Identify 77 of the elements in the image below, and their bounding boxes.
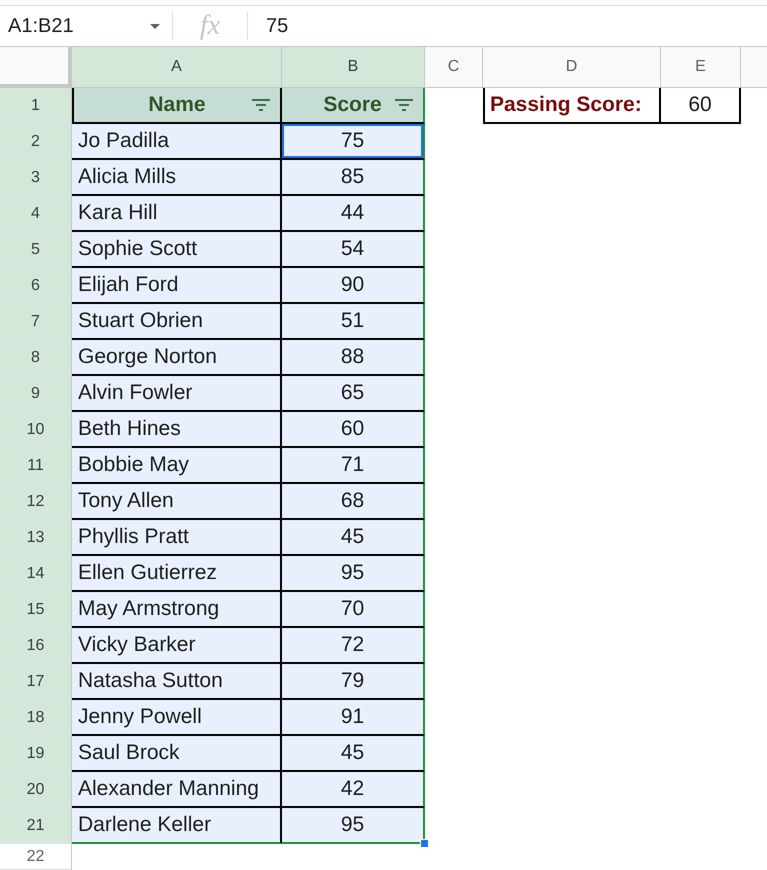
column-header[interactable]: D <box>483 47 661 88</box>
table-cell: 54 <box>282 232 425 268</box>
row-header[interactable]: 1 <box>0 88 72 124</box>
row-header[interactable]: 4 <box>0 196 72 232</box>
row-header[interactable]: 2 <box>0 124 72 160</box>
row-header[interactable]: 7 <box>0 304 72 340</box>
table-cell: May Armstrong <box>72 592 282 628</box>
table-cell: Alvin Fowler <box>72 376 282 412</box>
row-header[interactable]: 15 <box>0 592 72 628</box>
table-cell: Jenny Powell <box>72 700 282 736</box>
table-cell: Sophie Scott <box>72 232 282 268</box>
table-cell: George Norton <box>72 340 282 376</box>
table-cell: 65 <box>282 376 425 412</box>
row-header[interactable]: 21 <box>0 808 72 844</box>
row-header[interactable]: 16 <box>0 628 72 664</box>
fill-handle[interactable] <box>420 839 429 848</box>
table-cell: 71 <box>282 448 425 484</box>
column-title: Score <box>322 92 383 118</box>
column-header[interactable]: A <box>72 47 282 88</box>
row-header[interactable]: 20 <box>0 772 72 808</box>
table-cell: 72 <box>282 628 425 664</box>
table-cell: Natasha Sutton <box>72 664 282 700</box>
table-cell: Vicky Barker <box>72 628 282 664</box>
table-cell: Alicia Mills <box>72 160 282 196</box>
table-cell: 68 <box>282 484 425 520</box>
table-cell: Jo Padilla <box>72 124 282 160</box>
table-cell: 91 <box>282 700 425 736</box>
table-cell: Stuart Obrien <box>72 304 282 340</box>
table-cell: Kara Hill <box>72 196 282 232</box>
table-cell: 60 <box>282 412 425 448</box>
passing-score-label: Passing Score: <box>483 88 661 124</box>
row-header[interactable]: 10 <box>0 412 72 448</box>
table-cell: 45 <box>282 520 425 556</box>
passing-score-value: 60 <box>661 88 741 124</box>
row-header[interactable]: 9 <box>0 376 72 412</box>
column-header[interactable]: B <box>282 47 425 88</box>
filter-icon[interactable] <box>395 99 413 111</box>
row-header[interactable]: 22 <box>0 844 72 870</box>
table-cell: 88 <box>282 340 425 376</box>
table-cell: Beth Hines <box>72 412 282 448</box>
row-header[interactable]: 5 <box>0 232 72 268</box>
row-header[interactable]: 17 <box>0 664 72 700</box>
row-header[interactable]: 11 <box>0 448 72 484</box>
table-cell: Saul Brock <box>72 736 282 772</box>
row-header[interactable]: 6 <box>0 268 72 304</box>
table-cell: 44 <box>282 196 425 232</box>
table-cell: Alexander Manning <box>72 772 282 808</box>
table-cell: Darlene Keller <box>72 808 282 844</box>
table-cell: 45 <box>282 736 425 772</box>
table-cell: 85 <box>282 160 425 196</box>
table-cell: 42 <box>282 772 425 808</box>
table-cell: 90 <box>282 268 425 304</box>
row-header[interactable]: 19 <box>0 736 72 772</box>
row-header[interactable]: 18 <box>0 700 72 736</box>
table-cell: Bobbie May <box>72 448 282 484</box>
row-header[interactable]: 13 <box>0 520 72 556</box>
table-cell: Ellen Gutierrez <box>72 556 282 592</box>
formula-input[interactable]: 75 <box>248 6 767 46</box>
table-cell: 70 <box>282 592 425 628</box>
caret-icon <box>150 24 160 28</box>
table-cell: Phyllis Pratt <box>72 520 282 556</box>
column-title: Name <box>147 92 207 118</box>
table-cell: Elijah Ford <box>72 268 282 304</box>
row-header[interactable]: 3 <box>0 160 72 196</box>
row-header[interactable]: 12 <box>0 484 72 520</box>
filter-icon[interactable] <box>252 99 270 111</box>
fx-label: fx <box>200 12 220 40</box>
column-header[interactable]: E <box>661 47 741 88</box>
table-cell: 95 <box>282 556 425 592</box>
table-cell: 79 <box>282 664 425 700</box>
row-header[interactable]: 8 <box>0 340 72 376</box>
table-cell: 75 <box>282 124 425 160</box>
table-cell: Tony Allen <box>72 484 282 520</box>
table-cell: 51 <box>282 304 425 340</box>
column-header[interactable]: C <box>425 47 483 88</box>
name-box[interactable]: A1:B21 <box>0 6 164 46</box>
row-header[interactable]: 14 <box>0 556 72 592</box>
